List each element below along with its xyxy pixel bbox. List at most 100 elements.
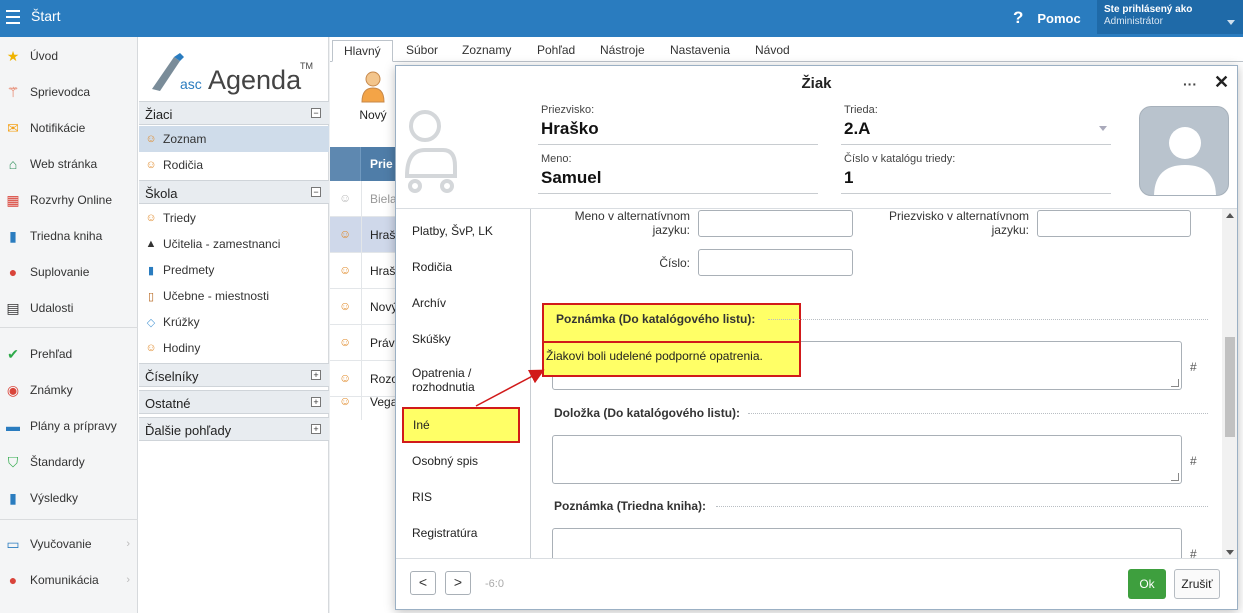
nav-item-label: Sprievodca <box>30 85 91 99</box>
nav-item-web[interactable]: ⌂ Web stránka <box>0 149 138 179</box>
tab-nastavenia[interactable]: Nastavenia <box>670 40 730 62</box>
dialog-nav-rodicia[interactable]: Rodičia <box>396 249 531 285</box>
nav-item-komunikacia[interactable]: ● Komunikácia › <box>0 565 138 595</box>
nav-item-uvod[interactable]: ★ Úvod <box>0 41 138 71</box>
student-photo[interactable] <box>1139 106 1229 196</box>
hamburger-menu-icon[interactable] <box>6 10 20 24</box>
nav-item-label: Triedna kniha <box>30 229 103 243</box>
nav-item-label: Štandardy <box>30 455 85 469</box>
user-menu[interactable]: Ste prihlásený ako Administrátor <box>1097 0 1243 34</box>
user-label: Ste prihlásený ako <box>1104 4 1193 15</box>
dialog-nav-osobny-spis[interactable]: Osobný spis <box>396 443 531 479</box>
nav-item-standardy[interactable]: ⛉ Štandardy <box>0 447 138 477</box>
alt-name-label: Meno v alternatívnom jazyku: <box>574 209 690 237</box>
tree-item-triedy[interactable]: ☺ Triedy <box>139 205 329 231</box>
nav-item-plany[interactable]: ▬ Plány a prípravy <box>0 411 138 441</box>
table-row[interactable]: ☺ Práv <box>330 325 396 361</box>
nav-item-suplovanie[interactable]: ● Suplovanie <box>0 257 138 287</box>
dialog-nav-skusky[interactable]: Skúšky <box>396 321 531 357</box>
dialog-nav-ris[interactable]: RIS <box>396 479 531 515</box>
dialog-footer: < > -6:0 Ok Zrušiť <box>396 558 1237 609</box>
tree-item-ucitelia[interactable]: ▲ Učitelia - zamestnanci <box>139 231 329 257</box>
tree-item-label: Učebne - miestnosti <box>163 289 270 303</box>
dialog-nav-platby[interactable]: Platby, ŠvP, LK <box>396 213 531 249</box>
tree-item-rodicia[interactable]: ☺ Rodičia <box>139 152 329 178</box>
nav-item-label: Úvod <box>30 49 59 63</box>
close-icon[interactable]: ✕ <box>1214 72 1229 93</box>
dialog-nav-registratura[interactable]: Registratúra <box>396 515 531 551</box>
lessons-icon: ☺ <box>145 342 157 354</box>
tree-section-zaci[interactable]: Žiaci − <box>139 101 329 125</box>
surname-value[interactable]: Hraško <box>541 119 599 139</box>
expand-icon[interactable]: + <box>311 424 321 434</box>
tab-subor[interactable]: Súbor <box>406 40 438 62</box>
collapse-icon[interactable]: − <box>311 187 321 197</box>
tree-section-dalsie[interactable]: Ďalšie pohľady + <box>139 417 329 441</box>
expand-icon[interactable]: + <box>311 397 321 407</box>
nav-item-triedna-kniha[interactable]: ▮ Triedna kniha <box>0 221 138 251</box>
scroll-thumb[interactable] <box>1225 337 1235 437</box>
svg-text:Agenda: Agenda <box>208 65 302 95</box>
hash-icon[interactable]: # <box>1190 360 1197 374</box>
name-value[interactable]: Samuel <box>541 168 601 188</box>
tab-navod[interactable]: Návod <box>755 40 790 62</box>
nav-item-prehlad[interactable]: ✔ Prehľad <box>0 339 138 369</box>
tree-section-skola[interactable]: Škola − <box>139 180 329 204</box>
scroll-up-icon[interactable] <box>1226 213 1234 218</box>
catalog-number-value[interactable]: 1 <box>844 168 853 188</box>
nav-item-rozvrhy[interactable]: ▦ Rozvrhy Online <box>0 185 138 215</box>
table-row[interactable]: ☺ Hraš <box>330 253 396 289</box>
scroll-down-icon[interactable] <box>1226 550 1234 555</box>
dialog-nav-ine[interactable]: Iné <box>402 407 520 443</box>
nav-item-udalosti[interactable]: ▤ Udalosti <box>0 293 138 323</box>
dialog-nav-archiv[interactable]: Archív <box>396 285 531 321</box>
alt-name-input[interactable] <box>698 210 853 237</box>
new-student-button[interactable]: Nový <box>348 70 398 130</box>
note-class-textarea[interactable] <box>552 528 1182 559</box>
chat-icon: ● <box>8 572 18 588</box>
tab-hlavny[interactable]: Hlavný <box>332 40 393 62</box>
table-row[interactable]: ☺ Vega <box>330 384 397 420</box>
tree-item-ucebne[interactable]: ▯ Učebne - miestnosti <box>139 283 329 309</box>
note-catalog-value[interactable]: Žiakovi boli udelené podporné opatrenia. <box>546 349 763 363</box>
nav-item-sprievodca[interactable]: ⚚ Sprievodca <box>0 77 138 107</box>
prev-button[interactable]: < <box>410 571 436 595</box>
alt-surname-input[interactable] <box>1037 210 1191 237</box>
dialog-nav-opatrenia[interactable]: Opatrenia / rozhodnutia <box>396 362 516 398</box>
scrollbar[interactable] <box>1222 209 1237 559</box>
tree-item-predmety[interactable]: ▮ Predmety <box>139 257 329 283</box>
help-button[interactable]: ? Pomoc <box>1013 8 1081 28</box>
tab-pohlad[interactable]: Pohľad <box>537 40 575 62</box>
dialog-body: Platby, ŠvP, LK Rodičia Archív Skúšky Op… <box>396 208 1237 559</box>
more-options-icon[interactable]: ··· <box>1183 76 1197 92</box>
app-title[interactable]: Štart <box>31 8 61 24</box>
nav-item-znamky[interactable]: ◉ Známky <box>0 375 138 405</box>
nav-item-vysledky[interactable]: ▮ Výsledky <box>0 483 138 513</box>
expand-icon[interactable]: + <box>311 370 321 380</box>
tree-item-kruzky[interactable]: ◇ Krúžky <box>139 309 329 335</box>
student-icon: ☺ <box>339 394 352 408</box>
nav-item-vyucovanie[interactable]: ▭ Vyučovanie › <box>0 529 138 559</box>
tree-section-ciselniky[interactable]: Číselníky + <box>139 363 329 387</box>
class-icon: ☺ <box>145 212 157 224</box>
tree-item-hodiny[interactable]: ☺ Hodiny <box>139 335 329 361</box>
clause-textarea[interactable] <box>552 435 1182 484</box>
nav-item-notifikacie[interactable]: ✉ Notifikácie <box>0 113 138 143</box>
tab-zoznamy[interactable]: Zoznamy <box>462 40 511 62</box>
divider <box>0 327 138 328</box>
hash-icon[interactable]: # <box>1190 454 1197 468</box>
class-select[interactable]: 2.A <box>844 119 870 139</box>
collapse-icon[interactable]: − <box>311 108 321 118</box>
tree-section-ostatne[interactable]: Ostatné + <box>139 390 329 414</box>
ok-button[interactable]: Ok <box>1128 569 1166 599</box>
grid-header-label[interactable]: Prie <box>370 157 393 171</box>
table-row[interactable]: ☺ Hraš <box>330 217 396 253</box>
cancel-button[interactable]: Zrušiť <box>1174 569 1220 599</box>
number-input[interactable] <box>698 249 853 276</box>
table-row[interactable]: ☺ Biela <box>330 181 397 217</box>
next-button[interactable]: > <box>445 571 471 595</box>
table-row[interactable]: ☺ Nový <box>330 289 397 325</box>
tab-nastroje[interactable]: Nástroje <box>600 40 645 62</box>
tree-item-zoznam[interactable]: ☺ Zoznam <box>139 126 329 152</box>
chevron-down-icon[interactable] <box>1099 126 1107 131</box>
